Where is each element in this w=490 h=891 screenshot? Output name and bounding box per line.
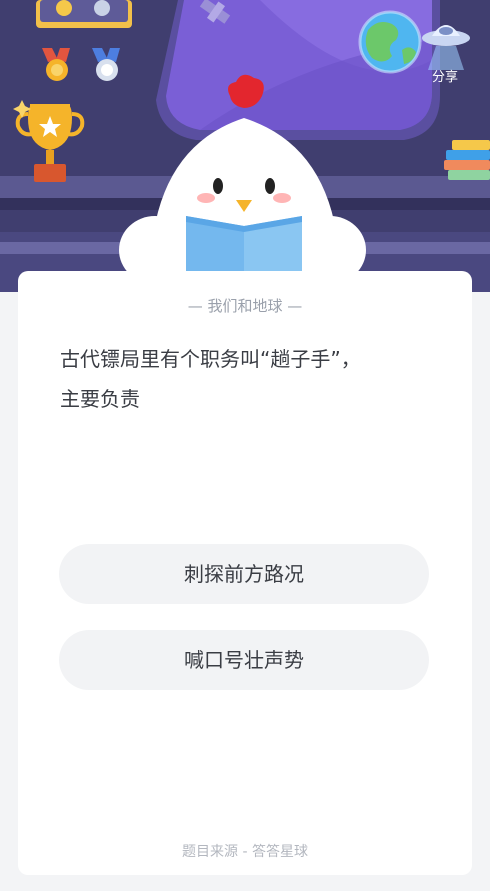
question-line: 主要负责 [60, 387, 140, 411]
answer-option-a[interactable]: 刺探前方路况 [59, 544, 429, 604]
source-label: 题目来源 - 答答星球 [182, 844, 308, 860]
share-button[interactable]: 分享 [412, 10, 478, 85]
question-card: — 我们和地球 — 古代镖局里有个职务叫“趟子手”， 主要负责 刺探前方路况 喊… [18, 271, 472, 875]
category-label: — 我们和地球 — [187, 297, 303, 315]
earth-icon [358, 10, 422, 74]
answer-option-b[interactable]: 喊口号壮声势 [59, 630, 429, 690]
medal-shelf-icon [36, 0, 132, 28]
share-label: 分享 [431, 70, 458, 85]
question-text: 古代镖局里有个职务叫“趟子手”， 主要负责 [60, 339, 436, 419]
header-scene: 分享 [0, 0, 490, 292]
question-line: 古代镖局里有个职务叫“趟子手”， [60, 347, 361, 371]
